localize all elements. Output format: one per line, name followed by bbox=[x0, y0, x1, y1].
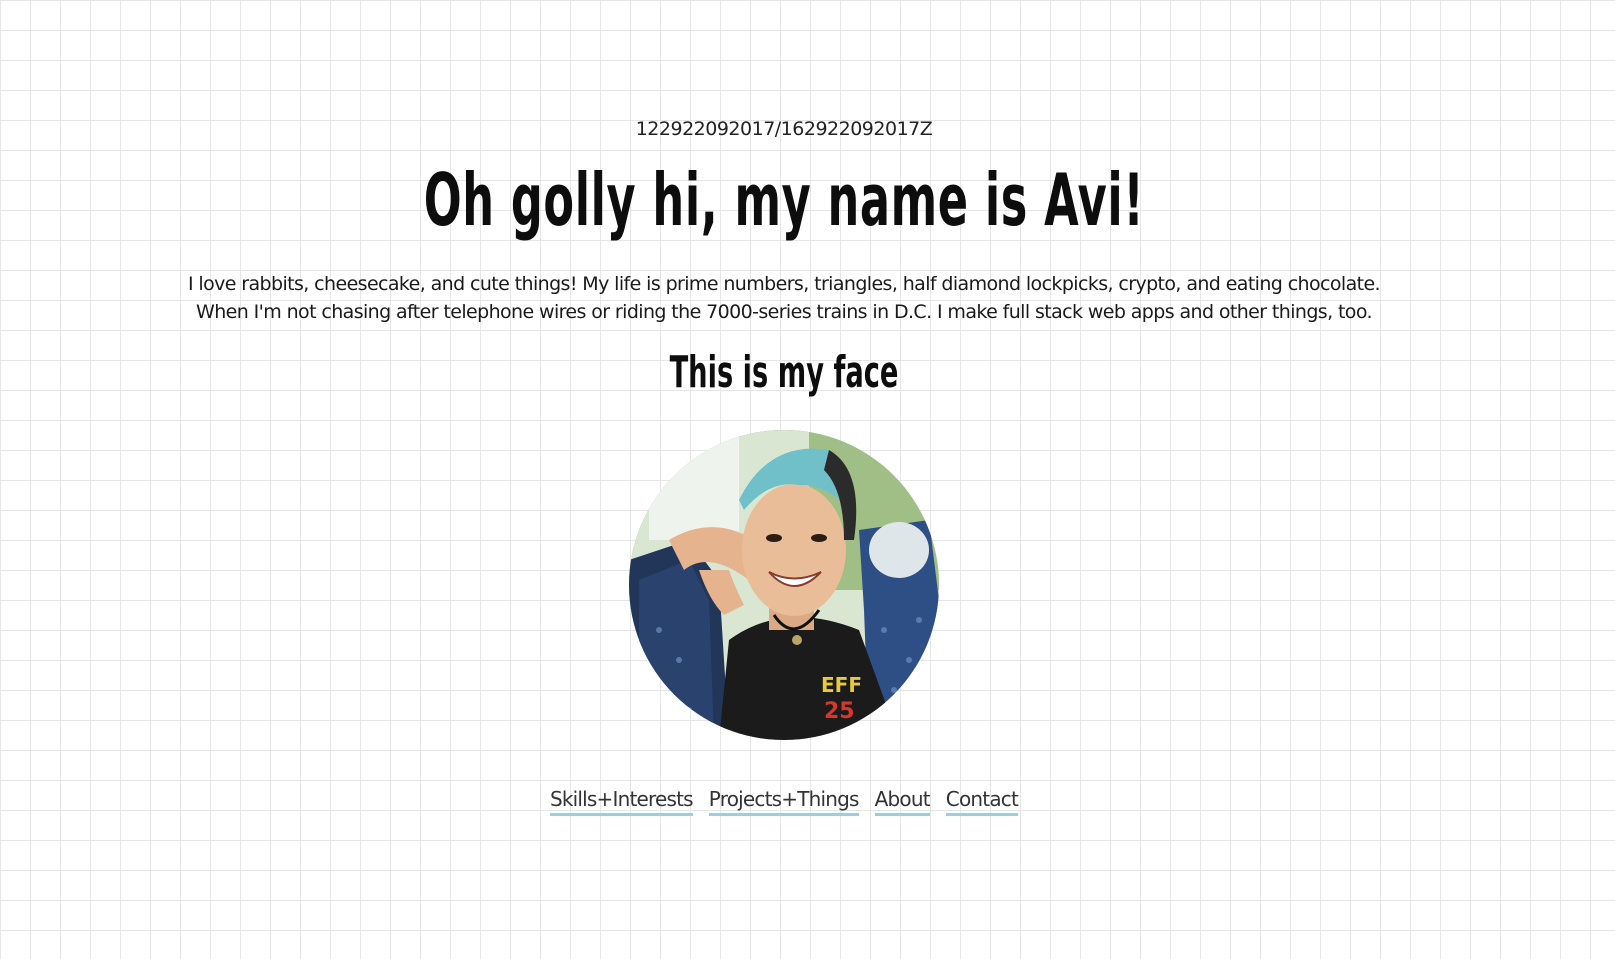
page-title: Oh golly hi, my name is Avi! bbox=[423, 158, 1145, 242]
svg-text:25: 25 bbox=[824, 699, 855, 724]
avatar-photo: EFF 25 bbox=[629, 430, 939, 740]
bio: I love rabbits, cheesecake, and cute thi… bbox=[150, 270, 1418, 326]
main-nav: Skills+Interests Projects+Things About C… bbox=[0, 786, 1568, 816]
nav-link-about[interactable]: About bbox=[874, 786, 931, 816]
nav-link-skills-interests[interactable]: Skills+Interests bbox=[549, 786, 694, 816]
svg-text:EFF: EFF bbox=[821, 673, 862, 697]
bio-line-1: I love rabbits, cheesecake, and cute thi… bbox=[187, 273, 1381, 295]
page: 122922092017/162922092017Z Oh golly hi, … bbox=[0, 0, 1568, 931]
nav-link-projects-things[interactable]: Projects+Things bbox=[708, 786, 859, 816]
timestamp: 122922092017/162922092017Z bbox=[635, 118, 933, 140]
face-heading: This is my face bbox=[669, 347, 899, 398]
bio-line-2: When I'm not chasing after telephone wir… bbox=[196, 301, 1373, 323]
nav-link-contact[interactable]: Contact bbox=[945, 786, 1019, 816]
avatar: EFF 25 bbox=[629, 430, 939, 740]
